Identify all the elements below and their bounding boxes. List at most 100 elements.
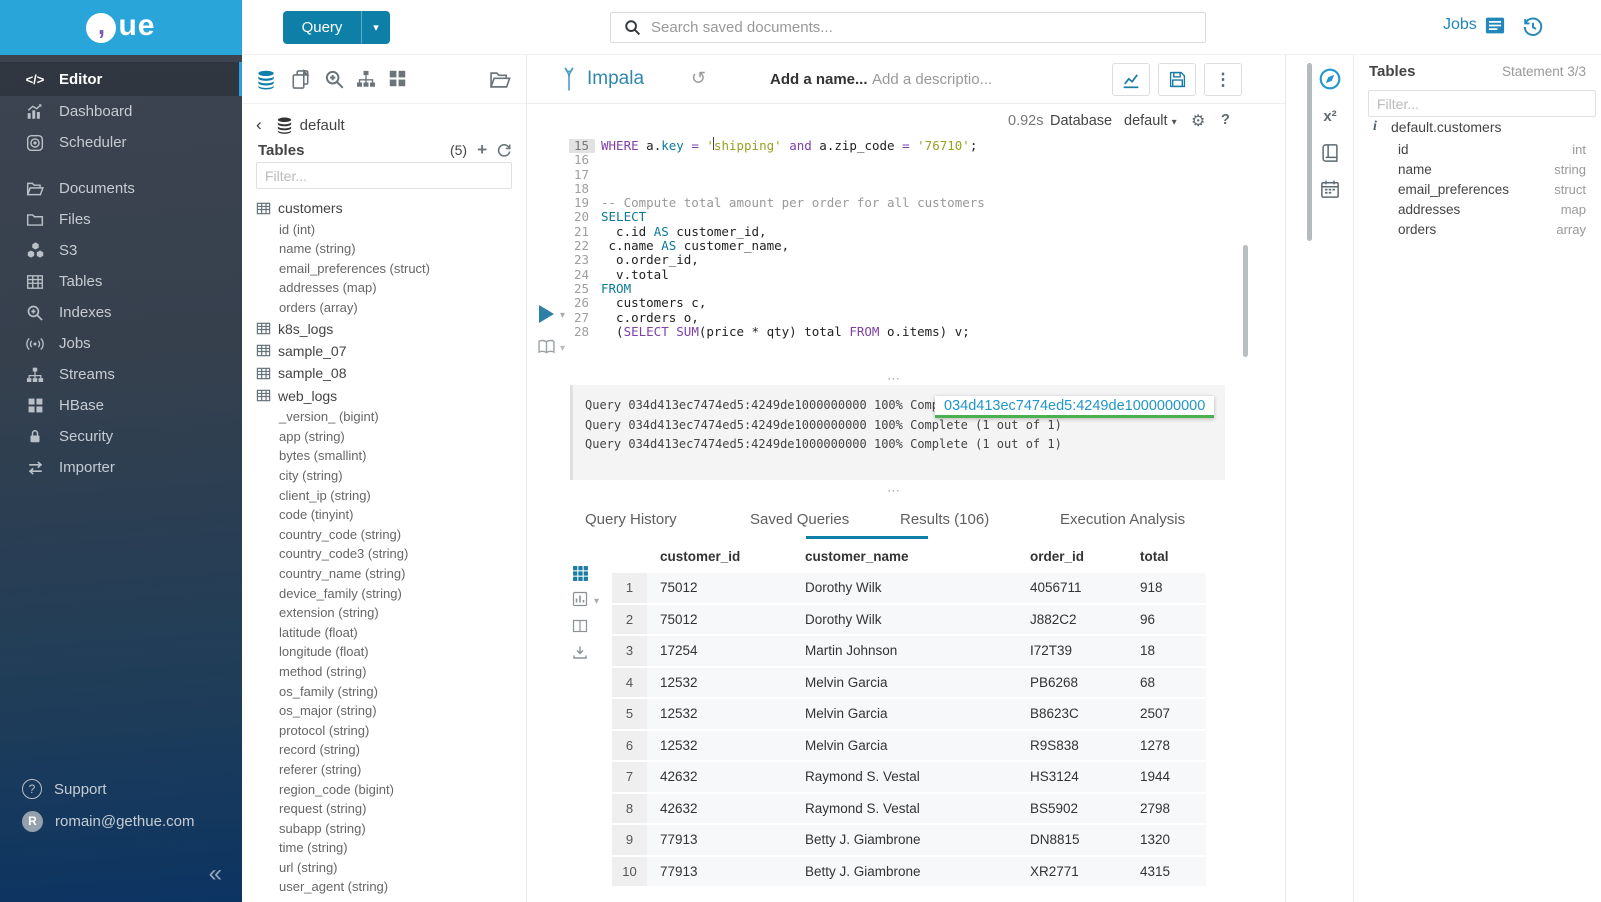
sidebar-item-indexes[interactable]: Indexes [0, 297, 242, 328]
sidebar-item-dashboard[interactable]: Dashboard [0, 96, 242, 127]
table-row[interactable]: 512532Melvin GarciaB8623C2507 [612, 699, 1206, 729]
sidebar-item-editor[interactable]: </>Editor [0, 62, 242, 96]
table-filter-input[interactable] [256, 162, 512, 189]
settings-gear-icon[interactable]: ⚙ [1191, 111, 1205, 131]
download-icon[interactable] [572, 645, 588, 661]
engine-name[interactable]: Impala [587, 68, 644, 90]
tree-column[interactable]: user_agent (string) [256, 877, 526, 897]
tree-column[interactable]: os_family (string) [256, 681, 526, 701]
database-select[interactable]: default ▾ [1124, 113, 1177, 129]
tree-column[interactable]: method (string) [256, 662, 526, 682]
tree-column[interactable]: request (string) [256, 799, 526, 819]
database-breadcrumb[interactable]: ‹ default [242, 115, 345, 135]
query-description-field[interactable]: Add a descriptio... [872, 71, 992, 88]
tree-column[interactable]: code (tinyint) [256, 505, 526, 525]
sidebar-item-documents[interactable]: Documents [0, 173, 242, 204]
code-line-15[interactable]: 15WHERE a.key = 'shipping' and a.zip_cod… [569, 139, 985, 153]
tree-column[interactable]: protocol (string) [256, 720, 526, 740]
tree-column[interactable]: subapp (string) [256, 818, 526, 838]
right-column-addresses[interactable]: addressesmap [1353, 199, 1601, 219]
sidebar-item-s3[interactable]: S3 [0, 235, 242, 266]
tree-column[interactable]: device_family (string) [256, 583, 526, 603]
query-history-icon[interactable] [1522, 16, 1544, 38]
databases-icon[interactable] [255, 69, 277, 91]
grid-view-icon[interactable] [572, 565, 589, 582]
column-header-total[interactable]: total [1127, 549, 1206, 571]
column-header-customer_id[interactable]: customer_id [647, 549, 792, 571]
tab-results-106-[interactable]: Results (106) [900, 511, 989, 528]
tree-column[interactable]: time (string) [256, 838, 526, 858]
chart-button[interactable] [1112, 63, 1150, 96]
tree-table-sample_08[interactable]: sample_08 [256, 362, 526, 384]
tree-column[interactable]: latitude (float) [256, 622, 526, 642]
search-input[interactable] [651, 19, 1205, 36]
sidebar-item-security[interactable]: Security [0, 421, 242, 452]
sidebar-item-importer[interactable]: Importer [0, 452, 242, 483]
code-line-24[interactable]: 24 v.total [569, 268, 985, 282]
open-book-icon[interactable] [537, 339, 556, 355]
format-caret-icon[interactable]: ▾ [560, 343, 565, 354]
tree-column[interactable]: os_major (string) [256, 701, 526, 721]
tree-table-k8s_logs[interactable]: k8s_logs [256, 317, 526, 339]
table-row[interactable]: 412532Melvin GarciaPB626868 [612, 668, 1206, 698]
zoom-in-icon[interactable] [324, 69, 345, 90]
functions-icon[interactable]: x² [1323, 108, 1336, 125]
code-line-28[interactable]: 28 (SELECT SUM(price * qty) total FROM o… [569, 325, 985, 339]
tree-table-sample_07[interactable]: sample_07 [256, 340, 526, 362]
tree-column[interactable]: url (string) [256, 858, 526, 878]
query-id-tooltip[interactable]: 034d413ec7474ed5:4249de1000000000 [935, 396, 1214, 418]
code-line-25[interactable]: 25FROM [569, 282, 985, 296]
sidebar-item-jobs[interactable]: Jobs [0, 328, 242, 359]
right-column-email_preferences[interactable]: email_preferencesstruct [1353, 179, 1601, 199]
tree-column[interactable]: id (int) [256, 219, 526, 239]
right-column-id[interactable]: idint [1353, 139, 1601, 159]
code-line-22[interactable]: 22 c.name AS customer_name, [569, 239, 985, 253]
tab-saved-queries[interactable]: Saved Queries [750, 511, 849, 528]
open-folder-icon[interactable] [489, 69, 511, 91]
code-line-27[interactable]: 27 c.orders o, [569, 311, 985, 325]
active-table-name[interactable]: default.customers [1391, 119, 1502, 135]
table-row[interactable]: 1077913Betty J. GiambroneXR27714315 [612, 857, 1206, 887]
tree-column[interactable]: client_ip (string) [256, 485, 526, 505]
assistant-compass-icon[interactable] [1318, 67, 1342, 91]
tree-column[interactable]: addresses (map) [256, 278, 526, 298]
table-row[interactable]: 175012Dorothy Wilk4056711918 [612, 573, 1206, 603]
tree-column[interactable]: country_name (string) [256, 564, 526, 584]
sidebar-item-user[interactable]: R romain@gethue.com [0, 806, 242, 836]
undo-history-icon[interactable]: ↺ [691, 68, 706, 89]
apps-grid-icon[interactable] [388, 69, 407, 88]
tree-column[interactable]: name (string) [256, 239, 526, 259]
table-row[interactable]: 842632Raymond S. VestalBS59022798 [612, 794, 1206, 824]
help-icon[interactable]: ? [1221, 112, 1230, 128]
language-reference-icon[interactable] [1320, 143, 1340, 163]
column-header-customer_name[interactable]: customer_name [792, 549, 1017, 571]
hue-logo[interactable]: , ue [0, 0, 242, 55]
right-filter-input[interactable] [1368, 90, 1596, 117]
save-button[interactable] [1158, 63, 1196, 96]
query-name-field[interactable]: Add a name... [770, 71, 868, 88]
sidebar-item-streams[interactable]: Streams [0, 359, 242, 390]
documents-copy-icon[interactable] [290, 69, 311, 90]
run-options-caret-icon[interactable]: ▾ [560, 310, 565, 321]
sidebar-item-scheduler[interactable]: Scheduler [0, 127, 242, 158]
editor-scrollbar[interactable] [1243, 245, 1248, 357]
sidebar-item-hbase[interactable]: HBase [0, 390, 242, 421]
column-header-order_id[interactable]: order_id [1017, 549, 1127, 571]
schedule-calendar-icon[interactable] [1320, 179, 1340, 199]
right-column-orders[interactable]: ordersarray [1353, 219, 1601, 239]
tree-column[interactable]: app (string) [256, 427, 526, 447]
tree-column[interactable]: _version_ (bigint) [256, 407, 526, 427]
code-line-21[interactable]: 21 c.id AS customer_id, [569, 225, 985, 239]
add-table-icon[interactable]: + [477, 140, 487, 160]
tree-column[interactable]: city (string) [256, 466, 526, 486]
right-column-name[interactable]: namestring [1353, 159, 1601, 179]
code-line-23[interactable]: 23 o.order_id, [569, 253, 985, 267]
info-icon[interactable]: i [1373, 119, 1377, 135]
tree-column[interactable]: bytes (smallint) [256, 446, 526, 466]
code-line-26[interactable]: 26 customers c, [569, 296, 985, 310]
tree-column[interactable]: longitude (float) [256, 642, 526, 662]
table-row[interactable]: 612532Melvin GarciaR9S8381278 [612, 731, 1206, 761]
tree-column[interactable]: country_code (string) [256, 524, 526, 544]
run-query-button[interactable] [539, 305, 554, 323]
columns-view-icon[interactable] [572, 618, 588, 634]
